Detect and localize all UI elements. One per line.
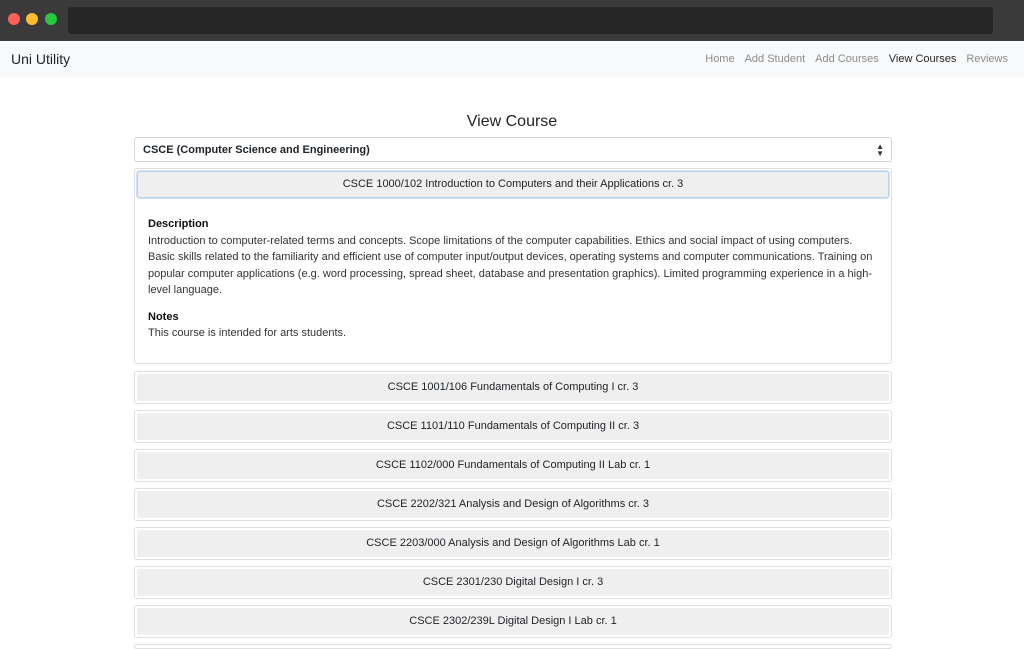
course-toggle-button[interactable]: CSCE 1102/000 Fundamentals of Computing … — [137, 452, 889, 479]
course-card: CSCE 1001/106 Fundamentals of Computing … — [134, 371, 892, 404]
minimize-window-icon[interactable] — [26, 13, 38, 25]
nav-link-home[interactable]: Home — [705, 53, 734, 65]
course-toggle-button[interactable]: CSCE 1001/106 Fundamentals of Computing … — [137, 374, 889, 401]
nav-links: Home Add Student Add Courses View Course… — [705, 53, 1008, 65]
close-window-icon[interactable] — [8, 13, 20, 25]
description-text: Introduction to computer-related terms a… — [148, 234, 873, 297]
course-card: CSCE 2203/000 Analysis and Design of Alg… — [134, 527, 892, 560]
brand[interactable]: Uni Utility — [11, 51, 70, 67]
course-details: Description Introduction to computer-rel… — [148, 216, 880, 352]
description-heading: Description — [148, 218, 209, 230]
nav-link-add-student[interactable]: Add Student — [745, 53, 806, 65]
course-toggle-button[interactable]: CSCE 2302/239L Digital Design I Lab cr. … — [137, 608, 889, 635]
maximize-window-icon[interactable] — [45, 13, 57, 25]
browser-chrome — [0, 0, 1024, 41]
page-title: View Course — [466, 113, 558, 130]
nav-link-add-courses[interactable]: Add Courses — [815, 53, 879, 65]
course-card: CSCE 1102/000 Fundamentals of Computing … — [134, 449, 892, 482]
department-select-value: CSCE (Computer Science and Engineering) — [143, 144, 370, 156]
notes-heading: Notes — [148, 310, 179, 323]
address-bar[interactable] — [68, 7, 993, 34]
course-card: CSCE 2302/239L Digital Design I Lab cr. … — [134, 605, 892, 638]
course-card: CSCE 1101/110 Fundamentals of Computing … — [134, 410, 892, 443]
navbar: Uni Utility Home Add Student Add Courses… — [0, 41, 1024, 78]
course-card: CSCE 2202/321 Analysis and Design of Alg… — [134, 488, 892, 521]
course-card-partial — [134, 644, 892, 649]
nav-link-view-courses[interactable]: View Courses — [889, 53, 957, 65]
course-card-expanded: CSCE 1000/102 Introduction to Computers … — [134, 168, 892, 364]
course-toggle-button[interactable]: CSCE 2301/230 Digital Design I cr. 3 — [137, 569, 889, 596]
course-toggle-button[interactable]: CSCE 1101/110 Fundamentals of Computing … — [137, 413, 889, 440]
course-toggle-button[interactable]: CSCE 2203/000 Analysis and Design of Alg… — [137, 530, 889, 557]
notes-text: This course is intended for arts student… — [148, 327, 347, 339]
course-card: CSCE 2301/230 Digital Design I cr. 3 — [134, 566, 892, 599]
nav-link-reviews[interactable]: Reviews — [966, 53, 1008, 65]
department-select[interactable]: CSCE (Computer Science and Engineering) … — [134, 137, 892, 162]
select-caret-icon: ▲ ▼ — [876, 142, 884, 158]
course-toggle-button[interactable]: CSCE 1000/102 Introduction to Computers … — [137, 171, 889, 198]
course-toggle-button[interactable]: CSCE 2202/321 Analysis and Design of Alg… — [137, 491, 889, 518]
